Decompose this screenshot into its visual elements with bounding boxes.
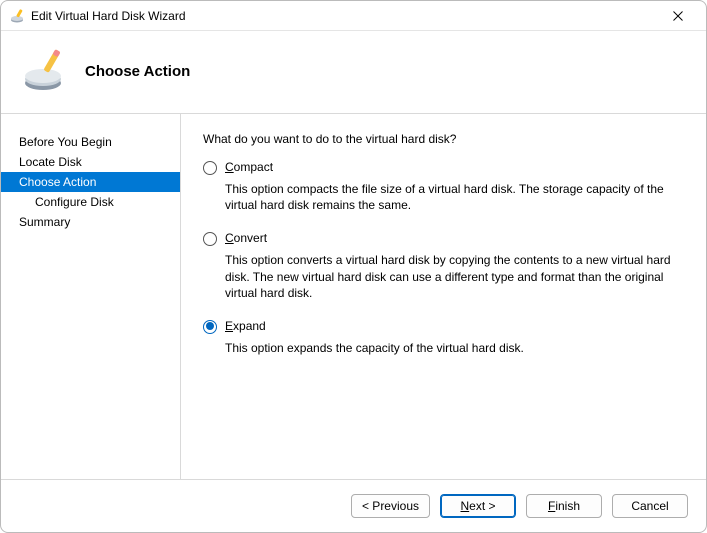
prompt-text: What do you want to do to the virtual ha… bbox=[203, 132, 684, 146]
wizard-icon bbox=[21, 47, 69, 95]
window-title: Edit Virtual Hard Disk Wizard bbox=[31, 9, 658, 23]
wizard-steps: Before You BeginLocate DiskChoose Action… bbox=[1, 114, 181, 479]
option-expand[interactable]: Expand bbox=[203, 319, 684, 334]
step-before-you-begin[interactable]: Before You Begin bbox=[1, 132, 180, 152]
step-choose-action[interactable]: Choose Action bbox=[1, 172, 180, 192]
option-compact[interactable]: Compact bbox=[203, 160, 684, 175]
step-summary[interactable]: Summary bbox=[1, 212, 180, 232]
option-label: Expand bbox=[225, 319, 266, 333]
wizard-body: Before You BeginLocate DiskChoose Action… bbox=[1, 114, 706, 479]
close-button[interactable] bbox=[658, 2, 698, 30]
step-configure-disk[interactable]: Configure Disk bbox=[1, 192, 180, 212]
radio-convert[interactable] bbox=[203, 232, 217, 246]
app-icon bbox=[9, 8, 25, 24]
radio-expand[interactable] bbox=[203, 320, 217, 334]
option-label: Convert bbox=[225, 231, 267, 245]
next-button[interactable]: Next > bbox=[440, 494, 516, 518]
radio-compact[interactable] bbox=[203, 161, 217, 175]
option-description: This option compacts the file size of a … bbox=[225, 181, 684, 213]
option-label: Compact bbox=[225, 160, 273, 174]
option-description: This option converts a virtual hard disk… bbox=[225, 252, 684, 301]
option-description: This option expands the capacity of the … bbox=[225, 340, 684, 356]
cancel-button[interactable]: Cancel bbox=[612, 494, 688, 518]
page-title: Choose Action bbox=[85, 63, 190, 80]
wizard-header: Choose Action bbox=[1, 31, 706, 114]
option-convert[interactable]: Convert bbox=[203, 231, 684, 246]
main-content: What do you want to do to the virtual ha… bbox=[181, 114, 706, 479]
previous-button[interactable]: < Previous bbox=[351, 494, 430, 518]
step-locate-disk[interactable]: Locate Disk bbox=[1, 152, 180, 172]
titlebar: Edit Virtual Hard Disk Wizard bbox=[1, 1, 706, 31]
wizard-footer: < Previous Next > Finish Cancel bbox=[1, 479, 706, 532]
finish-button[interactable]: Finish bbox=[526, 494, 602, 518]
